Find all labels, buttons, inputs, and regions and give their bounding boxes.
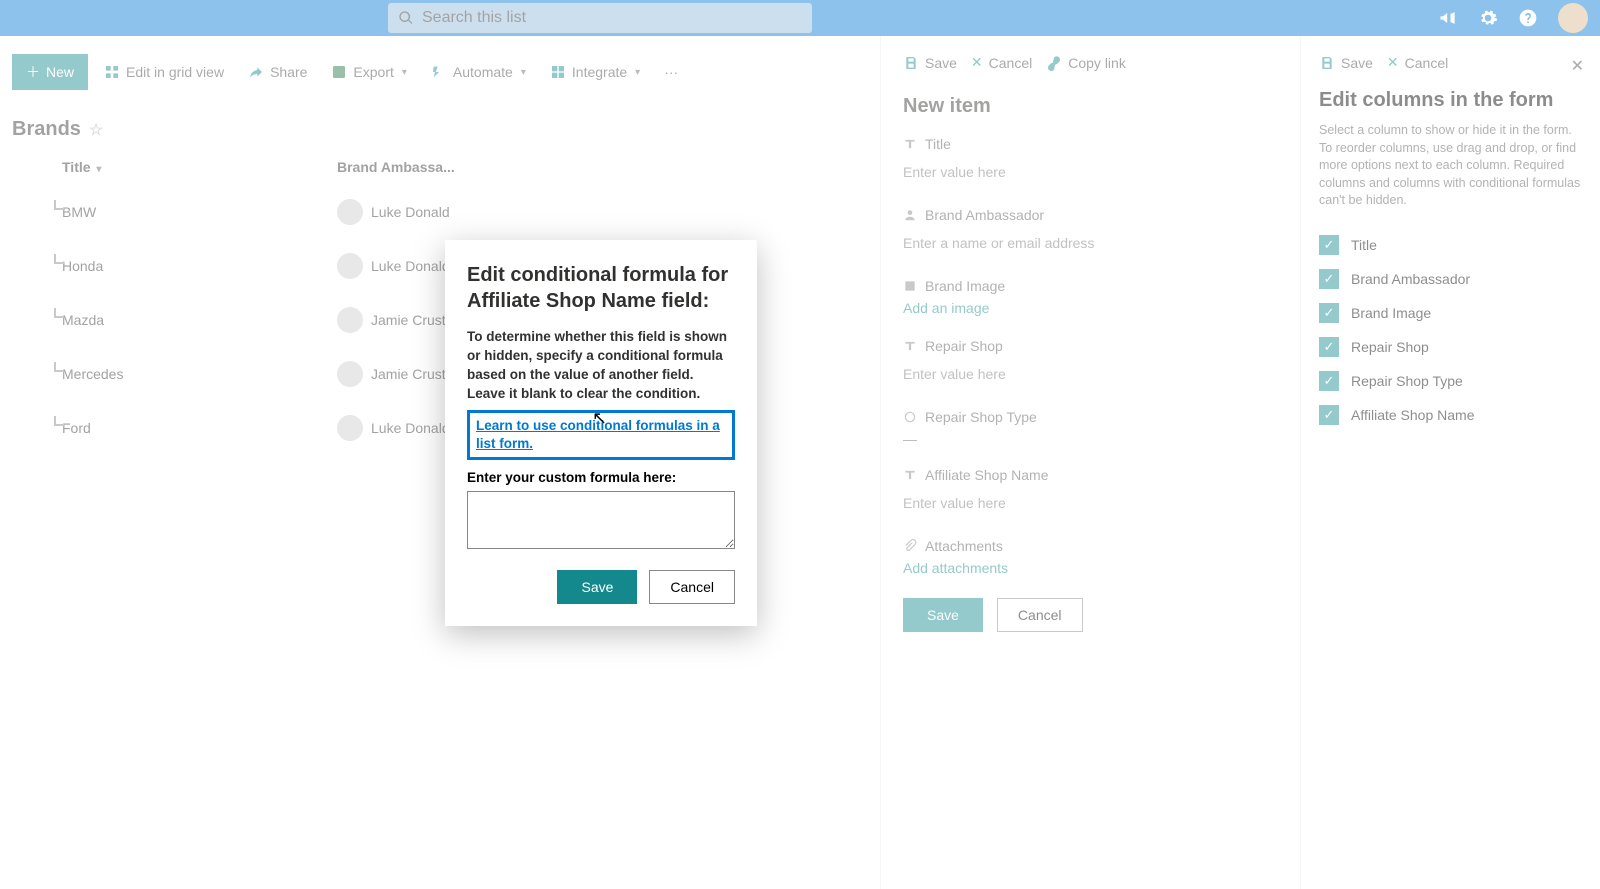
formula-label: Enter your custom formula here: [467,470,735,485]
modal-overlay [0,0,1600,889]
modal-title: Edit conditional formula for Affiliate S… [467,262,735,314]
conditional-formula-modal: Edit conditional formula for Affiliate S… [445,240,757,626]
modal-cancel-button[interactable]: Cancel [649,570,735,604]
formula-input[interactable] [467,491,735,549]
modal-save-button[interactable]: Save [557,570,637,604]
learn-link-highlight: Learn to use conditional formulas in a l… [467,410,735,460]
modal-body: To determine whether this field is shown… [467,328,735,404]
learn-link[interactable]: Learn to use conditional formulas in a l… [476,418,720,451]
